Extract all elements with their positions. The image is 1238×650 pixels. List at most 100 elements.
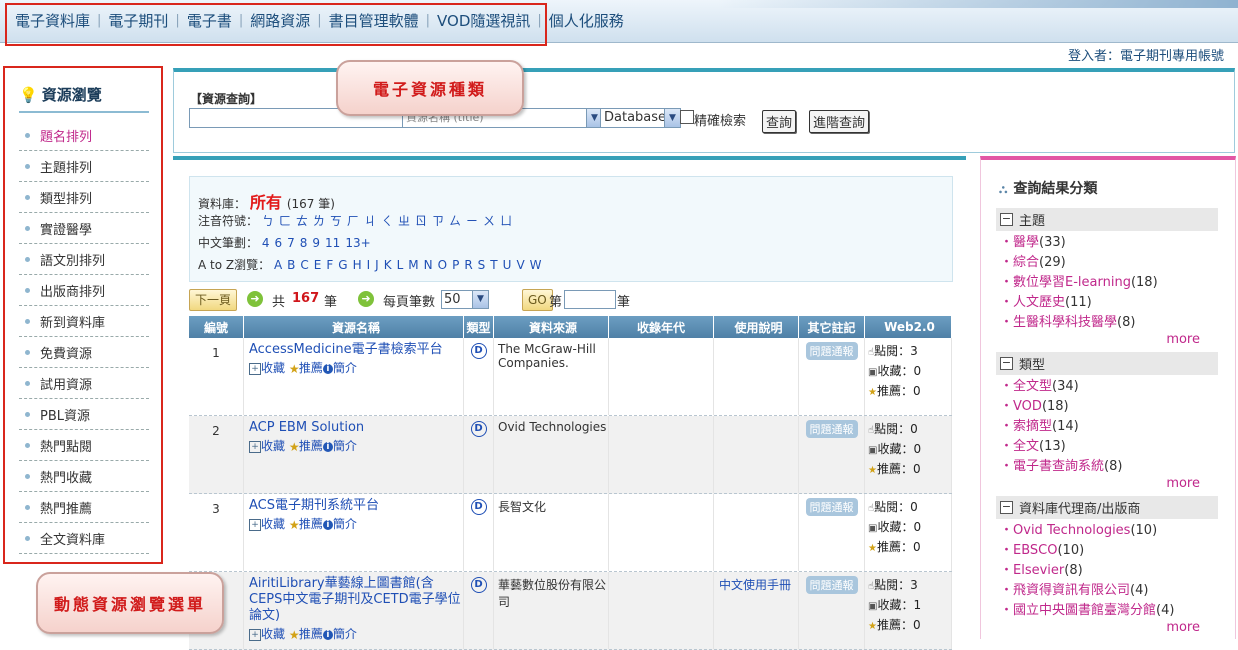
facet-item[interactable]: ・VOD(18)	[996, 397, 1218, 417]
stroke-link[interactable]: 6	[274, 236, 282, 250]
db-name-link[interactable]: ACP EBM Solution	[249, 420, 463, 436]
az-link[interactable]: T	[490, 258, 497, 272]
browse-item-type[interactable]: 類型排列	[19, 182, 149, 213]
az-link[interactable]: M	[408, 258, 418, 272]
stroke-link[interactable]: 9	[312, 236, 320, 250]
az-link[interactable]: C	[300, 258, 308, 272]
recommend-link[interactable]: 推薦	[299, 517, 323, 531]
intro-link[interactable]: 簡介	[333, 439, 357, 453]
collect-link[interactable]: 收藏	[261, 517, 285, 531]
az-link[interactable]: L	[397, 258, 404, 272]
browse-item-pbl[interactable]: PBL資源	[19, 399, 149, 430]
browse-item-free[interactable]: 免費資源	[19, 337, 149, 368]
browse-item-title[interactable]: 題名排列	[19, 120, 149, 151]
more-link[interactable]: more	[996, 333, 1218, 347]
zhuyin-link[interactable]: ㄓ	[398, 214, 410, 228]
browse-item-trial[interactable]: 試用資源	[19, 368, 149, 399]
zhuyin-link[interactable]: ㄨ	[483, 214, 495, 228]
facet-item[interactable]: ・數位學習E-learning(18)	[996, 273, 1218, 293]
facet-item[interactable]: ・全文(13)	[996, 437, 1218, 457]
facet-item[interactable]: ・電子書查詢系統(8)	[996, 457, 1218, 477]
browse-item-subject[interactable]: 主題排列	[19, 151, 149, 182]
az-link[interactable]: N	[424, 258, 433, 272]
zhuyin-link[interactable]: ㄙ	[449, 214, 461, 228]
zhuyin-link[interactable]: ㄑ	[381, 214, 393, 228]
stroke-link[interactable]: 13+	[345, 236, 370, 250]
advanced-search-button[interactable]: 進階查詢	[809, 110, 870, 133]
zhuyin-link[interactable]: ㄊ	[296, 214, 308, 228]
facet-item[interactable]: ・Ovid Technologies(10)	[996, 521, 1218, 541]
page-input[interactable]	[564, 290, 616, 309]
az-link[interactable]: H	[353, 258, 362, 272]
collect-link[interactable]: 收藏	[261, 627, 285, 641]
report-problem-button[interactable]: 問題通報	[805, 420, 858, 438]
zhuyin-link[interactable]: ㄧ	[466, 214, 478, 228]
search-button[interactable]: 查詢	[762, 110, 797, 133]
recommend-link[interactable]: 推薦	[299, 627, 323, 641]
stroke-link[interactable]: 8	[300, 236, 308, 250]
zhuyin-link[interactable]: ㄏ	[347, 214, 359, 228]
database-type-icon[interactable]: D	[470, 577, 487, 593]
zhuyin-link[interactable]: ㄖ	[415, 214, 427, 228]
database-type-icon[interactable]: D	[470, 499, 487, 515]
more-link[interactable]: more	[996, 477, 1218, 491]
az-link[interactable]: S	[478, 258, 486, 272]
intro-link[interactable]: 簡介	[333, 627, 357, 641]
zhuyin-link[interactable]: ㄩ	[500, 214, 512, 228]
facet-group-header[interactable]: − 資料庫代理商/出版商	[996, 496, 1218, 519]
facet-item[interactable]: ・全文型(34)	[996, 377, 1218, 397]
facet-item[interactable]: ・索摘型(14)	[996, 417, 1218, 437]
az-link[interactable]: O	[438, 258, 447, 272]
row-usage[interactable]	[714, 494, 799, 571]
exact-search-checkbox[interactable]	[680, 110, 694, 124]
browse-item-language[interactable]: 語文別排列	[19, 244, 149, 275]
browse-item-fulltext[interactable]: 全文資料庫	[19, 523, 149, 554]
report-problem-button[interactable]: 問題通報	[805, 498, 858, 516]
zhuyin-link[interactable]: ㄎ	[330, 214, 342, 228]
intro-link[interactable]: 簡介	[333, 361, 357, 375]
zhuyin-link[interactable]: ㄅ	[262, 214, 274, 228]
zhuyin-link[interactable]: ㄈ	[279, 214, 291, 228]
az-link[interactable]: W	[530, 258, 542, 272]
more-link[interactable]: more	[996, 621, 1218, 635]
facet-item[interactable]: ・生醫科學科技醫學(8)	[996, 313, 1218, 333]
intro-link[interactable]: 簡介	[333, 517, 357, 531]
browse-item-publisher[interactable]: 出版商排列	[19, 275, 149, 306]
per-page-select[interactable]: 50 ▼	[441, 290, 489, 309]
az-link[interactable]: R	[464, 258, 472, 272]
row-usage[interactable]	[714, 416, 799, 493]
nav-item-personal-service[interactable]: 個人化服務	[542, 10, 631, 31]
stroke-link[interactable]: 7	[287, 236, 295, 250]
facet-item[interactable]: ・醫學(33)	[996, 233, 1218, 253]
zhuyin-link[interactable]: ㄐ	[364, 214, 376, 228]
report-problem-button[interactable]: 問題通報	[805, 342, 858, 360]
facet-item[interactable]: ・人文歷史(11)	[996, 293, 1218, 313]
zhuyin-link[interactable]: ㄌ	[313, 214, 325, 228]
stroke-link[interactable]: 4	[262, 236, 270, 250]
collect-link[interactable]: 收藏	[261, 439, 285, 453]
collect-link[interactable]: 收藏	[261, 361, 285, 375]
az-link[interactable]: P	[452, 258, 459, 272]
az-link[interactable]: V	[516, 258, 524, 272]
az-link[interactable]: U	[503, 258, 512, 272]
browse-item-popular-views[interactable]: 熱門點閱	[19, 430, 149, 461]
browse-item-popular-recs[interactable]: 熱門推薦	[19, 492, 149, 523]
db-filter-all-link[interactable]: 所有	[250, 193, 282, 212]
facet-group-header[interactable]: − 類型	[996, 352, 1218, 375]
facet-item[interactable]: ・國立中央圖書館臺灣分館(4)	[996, 601, 1218, 621]
az-link[interactable]: K	[384, 258, 392, 272]
facet-item[interactable]: ・綜合(29)	[996, 253, 1218, 273]
facet-item[interactable]: ・Elsevier(8)	[996, 561, 1218, 581]
az-link[interactable]: J	[375, 258, 379, 272]
report-problem-button[interactable]: 問題通報	[805, 576, 858, 594]
az-link[interactable]: E	[314, 258, 322, 272]
search-type-select[interactable]: Database ▼	[600, 108, 681, 128]
recommend-link[interactable]: 推薦	[299, 361, 323, 375]
facet-group-header[interactable]: − 主題	[996, 208, 1218, 231]
database-type-icon[interactable]: D	[470, 421, 487, 437]
az-link[interactable]: G	[338, 258, 347, 272]
database-type-icon[interactable]: D	[470, 343, 487, 359]
facet-item[interactable]: ・EBSCO(10)	[996, 541, 1218, 561]
recommend-link[interactable]: 推薦	[299, 439, 323, 453]
stroke-link[interactable]: 11	[325, 236, 340, 250]
